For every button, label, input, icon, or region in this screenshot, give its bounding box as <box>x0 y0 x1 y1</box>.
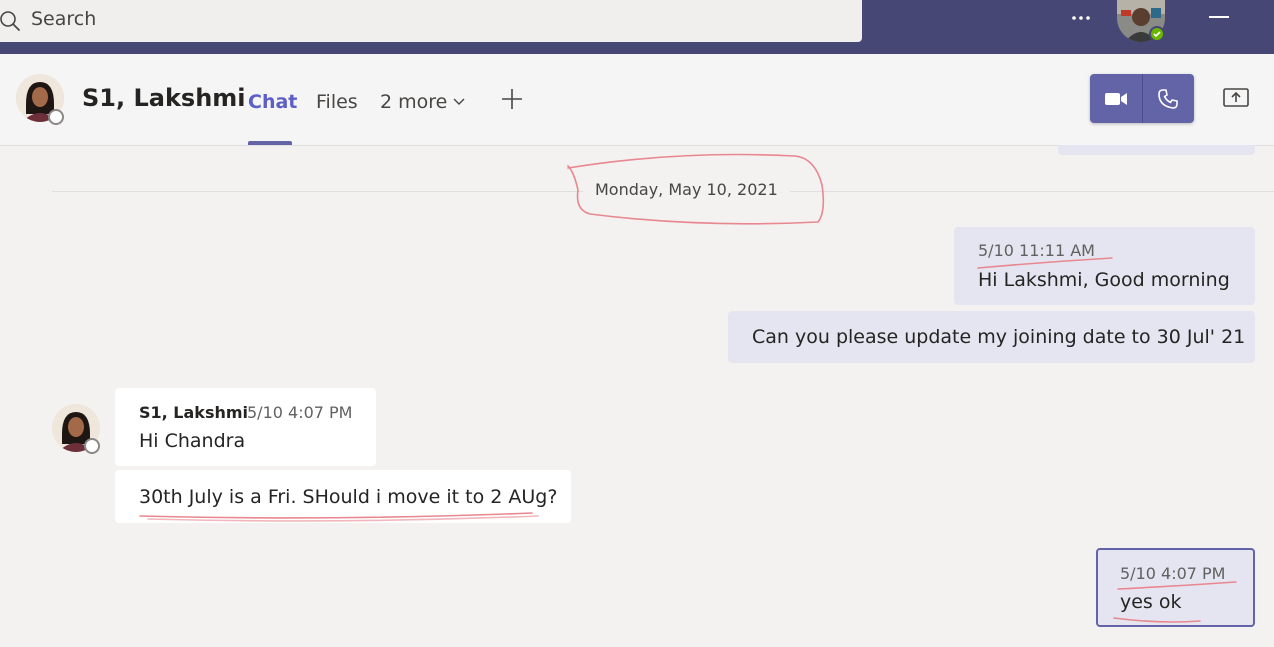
share-screen-icon[interactable] <box>1222 86 1250 110</box>
minimize-button[interactable] <box>1209 16 1229 18</box>
tab-files[interactable]: Files <box>316 91 358 113</box>
presence-offline-icon <box>48 109 64 125</box>
add-tab-icon[interactable] <box>500 87 524 111</box>
message-timestamp: 5/10 11:11 AM <box>978 241 1095 260</box>
message-text: Hi Chandra <box>139 430 246 452</box>
search-placeholder: Search <box>31 8 97 30</box>
tab-more[interactable]: 2 more <box>380 91 465 113</box>
message-timestamp: 5/10 4:07 PM <box>247 403 353 422</box>
their-message-bubble[interactable]: S1, Lakshmi 5/10 4:07 PM Hi Chandra <box>115 388 376 466</box>
my-message-bubble[interactable]: Can you please update my joining date to… <box>728 311 1255 363</box>
message-timestamp: 5/10 4:07 PM <box>1120 564 1226 583</box>
video-camera-icon <box>1104 92 1127 105</box>
active-tab-indicator <box>248 141 292 145</box>
message-text: Hi Lakshmi, Good morning <box>978 269 1230 291</box>
search-icon <box>0 11 20 31</box>
message-sender: S1, Lakshmi <box>139 403 249 422</box>
my-message-bubble[interactable]: 5/10 11:11 AM Hi Lakshmi, Good morning <box>954 227 1255 305</box>
presence-offline-icon <box>84 438 100 454</box>
presence-available-icon <box>1149 26 1165 42</box>
chat-header: S1, Lakshmi Chat Files 2 more <box>0 54 1274 146</box>
their-message-bubble[interactable]: 30th July is a Fri. SHould i move it to … <box>115 470 571 523</box>
previous-message-bubble <box>1058 145 1255 155</box>
video-call-button[interactable] <box>1090 74 1142 123</box>
audio-call-button[interactable] <box>1141 74 1194 123</box>
title-bar: Search <box>0 0 1274 54</box>
tab-more-label: 2 more <box>380 91 448 113</box>
my-message-bubble-selected[interactable]: 5/10 4:07 PM yes ok <box>1096 548 1255 627</box>
call-button-group <box>1090 74 1194 123</box>
message-text: Can you please update my joining date to… <box>752 326 1246 348</box>
date-divider: Monday, May 10, 2021 <box>583 180 790 199</box>
search-box[interactable]: Search <box>0 0 862 42</box>
contact-name: S1, Lakshmi <box>82 84 246 112</box>
phone-icon <box>1158 88 1179 109</box>
message-text: yes ok <box>1120 591 1182 613</box>
tab-chat[interactable]: Chat <box>248 91 297 113</box>
more-options-icon[interactable] <box>1068 8 1094 28</box>
message-text: 30th July is a Fri. SHould i move it to … <box>139 486 558 508</box>
chevron-down-icon <box>453 98 465 105</box>
